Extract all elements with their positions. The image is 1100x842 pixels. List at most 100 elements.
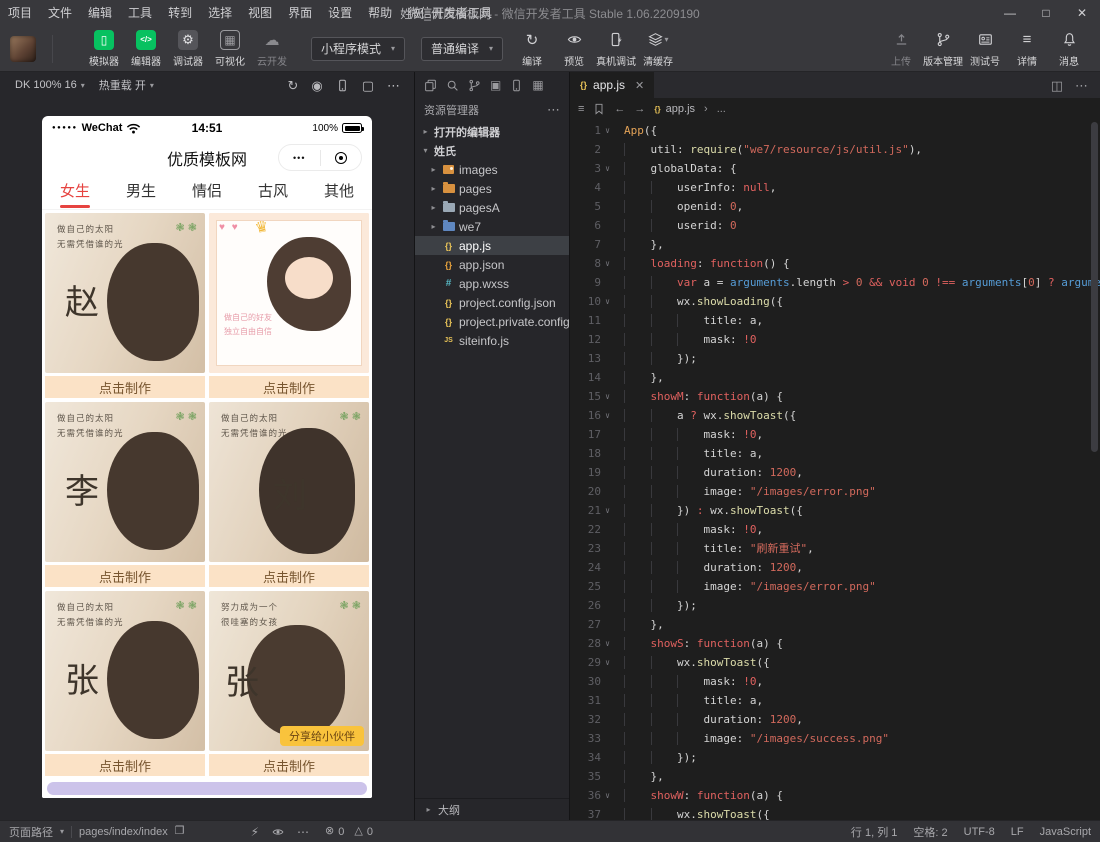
tab-category[interactable]: 情侣: [174, 176, 240, 209]
frame-icon[interactable]: ▢: [362, 79, 374, 92]
package-icon[interactable]: ▣: [490, 79, 501, 91]
menu-item[interactable]: 视图: [240, 0, 280, 26]
eye-icon[interactable]: [272, 826, 284, 838]
toolbar-simulator-button[interactable]: ▯模拟器: [83, 30, 125, 68]
menu-item[interactable]: 文件: [40, 0, 80, 26]
more-menu-icon[interactable]: •••: [279, 153, 320, 163]
menu-item[interactable]: 设置: [320, 0, 360, 26]
grid-icon[interactable]: ▦: [532, 79, 543, 91]
make-button[interactable]: 点击制作: [209, 376, 369, 398]
editor-body[interactable]: 1∨23∨45678∨910∨1112131415∨16∨1718192021∨…: [570, 120, 1100, 820]
bookmark-icon[interactable]: [593, 103, 605, 115]
toolbar-remote-debug-button[interactable]: 真机调试: [595, 30, 637, 68]
more-icon[interactable]: ⋯: [297, 826, 309, 838]
toolbar-debugger-button[interactable]: ⚙调试器: [167, 30, 209, 68]
copy-icon[interactable]: ❐: [175, 826, 185, 837]
editor-scrollbar[interactable]: [1090, 120, 1099, 820]
more-icon[interactable]: ⋯: [547, 102, 560, 118]
tree-item-app-wxss[interactable]: #app.wxss: [415, 274, 569, 293]
record-icon[interactable]: ◉: [311, 79, 322, 92]
outline-section[interactable]: ▸ 大纲: [415, 798, 569, 820]
tab-category[interactable]: 男生: [108, 176, 174, 209]
fold-icon[interactable]: ∨: [601, 501, 614, 520]
menu-item[interactable]: 工具: [120, 0, 160, 26]
project-root[interactable]: ▾姓氏: [415, 141, 569, 160]
tree-item-siteinfo-js[interactable]: JSsiteinfo.js: [415, 331, 569, 350]
maximize-icon[interactable]: □: [1028, 0, 1064, 26]
make-button[interactable]: 点击制作: [45, 565, 205, 587]
split-editor-icon[interactable]: ◫: [1051, 79, 1063, 92]
toolbar-notification-button[interactable]: 消息: [1048, 30, 1090, 68]
fold-icon[interactable]: ∨: [601, 292, 614, 311]
page-path-label[interactable]: 页面路径: [9, 824, 53, 840]
toolbar-cloud-button[interactable]: ☁云开发: [251, 30, 293, 68]
fold-icon[interactable]: ∨: [601, 653, 614, 672]
menu-item[interactable]: 编辑: [80, 0, 120, 26]
card-image[interactable]: 做自己的太阳无需凭借谁的光❃ ❃赵: [45, 213, 205, 373]
breadcrumb-file[interactable]: {} app.js: [654, 103, 695, 115]
fold-icon[interactable]: ∨: [601, 387, 614, 406]
language-mode[interactable]: JavaScript: [1040, 826, 1091, 838]
fold-icon[interactable]: ∨: [601, 786, 614, 805]
device-select[interactable]: DK 100% 16 ▾: [8, 79, 92, 91]
fold-icon[interactable]: ∨: [601, 159, 614, 178]
menu-item[interactable]: 项目: [0, 0, 40, 26]
device-icon[interactable]: [510, 79, 523, 92]
card-image[interactable]: 做自己的太阳无需凭借谁的光❃ ❃李: [45, 402, 205, 562]
toolbar-preview-button[interactable]: 预览: [553, 30, 595, 68]
make-button[interactable]: 点击制作: [209, 565, 369, 587]
version-icon[interactable]: [468, 79, 481, 92]
indent-setting[interactable]: 空格: 2: [913, 824, 947, 840]
tree-item-images[interactable]: ▸images: [415, 160, 569, 179]
forward-icon[interactable]: →: [634, 104, 645, 115]
more-icon[interactable]: ⋯: [387, 79, 400, 92]
cursor-position[interactable]: 行 1, 列 1: [851, 824, 897, 840]
open-editors-section[interactable]: ▸打开的编辑器: [415, 122, 569, 141]
toolbar-upload-button[interactable]: 上传: [880, 30, 922, 68]
list-icon[interactable]: ≡: [578, 104, 584, 115]
card-image[interactable]: 做自己的太阳无需凭借谁的光❃ ❃刘: [209, 402, 369, 562]
card-image[interactable]: 做自己的太阳无需凭借谁的光❃ ❃张: [45, 591, 205, 751]
fold-icon[interactable]: ∨: [601, 406, 614, 425]
card-image[interactable]: ♥ ♥♛做自己的好友独立自由自信: [209, 213, 369, 373]
problems-counts[interactable]: ⊗ 0 △ 0: [325, 826, 373, 838]
make-button[interactable]: 点击制作: [209, 754, 369, 776]
tab-active[interactable]: 女生: [42, 176, 108, 209]
breadcrumb-more[interactable]: ...: [717, 103, 726, 115]
tree-item-app-json[interactable]: {}app.json: [415, 255, 569, 274]
tree-item-we7[interactable]: ▸we7: [415, 217, 569, 236]
home-target-icon[interactable]: [321, 152, 362, 164]
back-icon[interactable]: ←: [614, 104, 625, 115]
files-icon[interactable]: [424, 79, 437, 92]
tab-category[interactable]: 其他: [306, 176, 372, 209]
toolbar-details-button[interactable]: ≡详情: [1006, 30, 1048, 68]
make-button[interactable]: 点击制作: [45, 376, 205, 398]
bolt-icon[interactable]: ⚡: [251, 826, 259, 838]
toolbar-editor-button[interactable]: </>编辑器: [125, 30, 167, 68]
card-image[interactable]: 努力成为一个很哇塞的女孩❃ ❃张分享给小伙伴: [209, 591, 369, 751]
mode-select[interactable]: 小程序模式 ▾: [311, 37, 405, 61]
close-icon[interactable]: ✕: [635, 79, 644, 92]
hot-reload-toggle[interactable]: 热重载 开 ▾: [92, 77, 161, 93]
make-button[interactable]: 点击制作: [45, 754, 205, 776]
device-frame-icon[interactable]: [336, 79, 349, 92]
compile-mode-select[interactable]: 普通编译 ▾: [421, 37, 503, 61]
eol[interactable]: LF: [1011, 826, 1024, 838]
minimize-icon[interactable]: —: [992, 0, 1028, 26]
user-avatar[interactable]: [10, 36, 36, 62]
code-area[interactable]: App({ util: require("we7/resource/js/uti…: [614, 120, 1100, 820]
toolbar-clear-cache-button[interactable]: ▾清缓存: [637, 30, 679, 68]
tree-item-app-js[interactable]: {}app.js: [415, 236, 569, 255]
menu-item[interactable]: 界面: [280, 0, 320, 26]
toolbar-version-button[interactable]: 版本管理: [922, 30, 964, 68]
tree-item-pagesA[interactable]: ▸pagesA: [415, 198, 569, 217]
rotate-icon[interactable]: ↻: [287, 79, 298, 92]
fold-icon[interactable]: ∨: [601, 121, 614, 140]
tree-item-project-config-json[interactable]: {}project.config.json: [415, 293, 569, 312]
menu-item[interactable]: 选择: [200, 0, 240, 26]
toolbar-test-account-button[interactable]: 测试号: [964, 30, 1006, 68]
tab-category[interactable]: 古风: [240, 176, 306, 209]
close-icon[interactable]: ✕: [1064, 0, 1100, 26]
fold-icon[interactable]: ∨: [601, 254, 614, 273]
toolbar-compile-button[interactable]: ↻编译: [511, 30, 553, 68]
